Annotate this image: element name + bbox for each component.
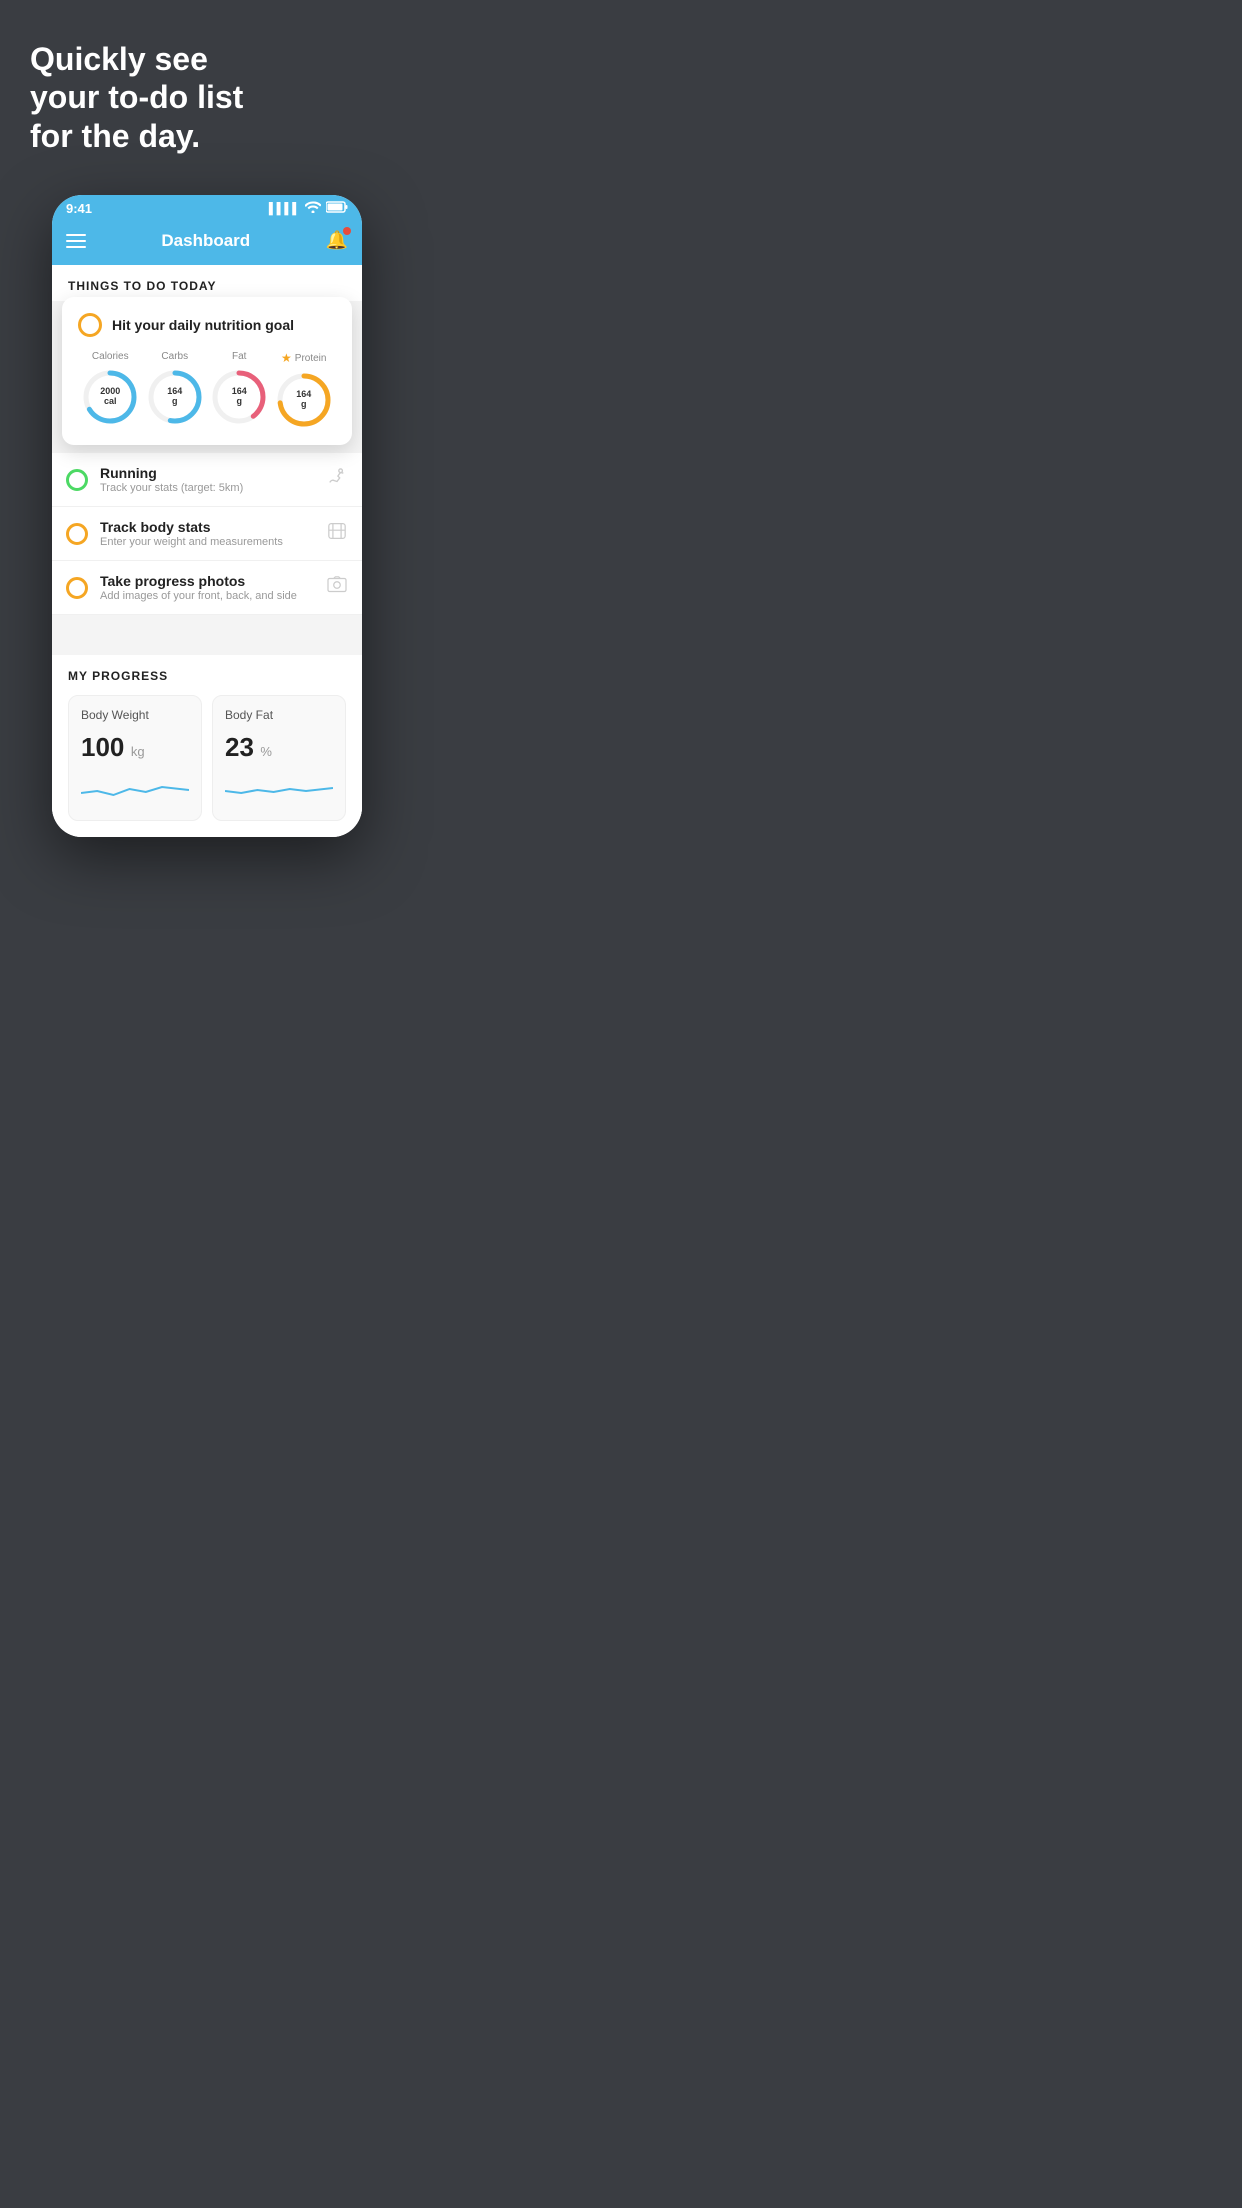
todo-list: Running Track your stats (target: 5km) T… bbox=[52, 453, 362, 615]
calories-label: Calories bbox=[92, 351, 129, 362]
body-stats-text: Track body stats Enter your weight and m… bbox=[100, 519, 314, 548]
calories-value: 2000 cal bbox=[100, 387, 120, 407]
photo-icon bbox=[326, 576, 348, 599]
status-bar: 9:41 ▌▌▌▌ bbox=[52, 195, 362, 222]
status-time: 9:41 bbox=[66, 201, 92, 216]
protein-value: 164 g bbox=[296, 390, 311, 410]
carbs-label: Carbs bbox=[161, 351, 188, 362]
battery-icon bbox=[326, 201, 348, 216]
protein-donut: 164 g bbox=[275, 371, 333, 429]
running-icon bbox=[326, 468, 348, 491]
hero-line3: for the day. bbox=[30, 118, 200, 154]
phone-content: THINGS TO DO TODAY Hit your daily nutrit… bbox=[52, 265, 362, 837]
progress-section: MY PROGRESS Body Weight 100 kg bbox=[52, 655, 362, 837]
signal-icon: ▌▌▌▌ bbox=[269, 203, 300, 215]
body-weight-value-row: 100 kg bbox=[81, 732, 189, 763]
status-icons: ▌▌▌▌ bbox=[269, 201, 348, 216]
progress-header: MY PROGRESS bbox=[68, 669, 346, 683]
body-fat-sparkline bbox=[225, 773, 333, 808]
star-icon: ★ bbox=[281, 351, 292, 365]
running-circle bbox=[66, 469, 88, 491]
fat-label: Fat bbox=[232, 351, 246, 362]
fat-donut: 164 g bbox=[210, 368, 268, 426]
body-stats-circle bbox=[66, 523, 88, 545]
body-fat-unit: % bbox=[260, 744, 272, 759]
todo-item-running[interactable]: Running Track your stats (target: 5km) bbox=[52, 453, 362, 507]
carbs-value: 164 g bbox=[167, 387, 182, 407]
carbs-donut: 164 g bbox=[146, 368, 204, 426]
progress-cards: Body Weight 100 kg Body Fat 23 bbox=[68, 695, 346, 821]
body-weight-title: Body Weight bbox=[81, 708, 189, 722]
notification-dot bbox=[343, 227, 351, 235]
body-fat-value-row: 23 % bbox=[225, 732, 333, 763]
spacer bbox=[52, 615, 362, 645]
photos-title: Take progress photos bbox=[100, 573, 314, 589]
nutrition-circle-indicator bbox=[78, 313, 102, 337]
wifi-icon bbox=[305, 201, 321, 216]
body-weight-sparkline bbox=[81, 773, 189, 808]
calories-donut: 2000 cal bbox=[81, 368, 139, 426]
protein-circle-item: ★ Protein 164 g bbox=[275, 351, 333, 429]
notification-bell[interactable]: 🔔 bbox=[326, 230, 348, 251]
todo-item-photos[interactable]: Take progress photos Add images of your … bbox=[52, 561, 362, 615]
protein-label: ★ Protein bbox=[281, 351, 326, 365]
fat-value: 164 g bbox=[232, 387, 247, 407]
nav-title: Dashboard bbox=[161, 231, 250, 251]
calories-circle-item: Calories 2000 cal bbox=[81, 351, 139, 426]
nutrition-card[interactable]: Hit your daily nutrition goal Calories 2… bbox=[62, 297, 352, 445]
phone-mockup: 9:41 ▌▌▌▌ Dashboard 🔔 bbox=[52, 195, 362, 837]
todo-item-body-stats[interactable]: Track body stats Enter your weight and m… bbox=[52, 507, 362, 561]
body-weight-value: 100 bbox=[81, 732, 124, 762]
menu-button[interactable] bbox=[66, 234, 86, 248]
scale-icon bbox=[326, 522, 348, 545]
nutrition-card-header: Hit your daily nutrition goal bbox=[78, 313, 336, 337]
things-today-header: THINGS TO DO TODAY bbox=[52, 265, 362, 301]
photos-subtitle: Add images of your front, back, and side bbox=[100, 590, 314, 602]
hero-text: Quickly see your to-do list for the day. bbox=[30, 40, 243, 155]
photos-circle bbox=[66, 577, 88, 599]
body-weight-unit: kg bbox=[131, 744, 145, 759]
body-fat-card[interactable]: Body Fat 23 % bbox=[212, 695, 346, 821]
hero-line2: your to-do list bbox=[30, 79, 243, 115]
nutrition-title: Hit your daily nutrition goal bbox=[112, 317, 294, 333]
running-text: Running Track your stats (target: 5km) bbox=[100, 465, 314, 494]
photos-text: Take progress photos Add images of your … bbox=[100, 573, 314, 602]
body-fat-title: Body Fat bbox=[225, 708, 333, 722]
nav-bar: Dashboard 🔔 bbox=[52, 222, 362, 265]
body-weight-card[interactable]: Body Weight 100 kg bbox=[68, 695, 202, 821]
body-stats-title: Track body stats bbox=[100, 519, 314, 535]
fat-circle-item: Fat 164 g bbox=[210, 351, 268, 426]
carbs-circle-item: Carbs 164 g bbox=[146, 351, 204, 426]
hero-line1: Quickly see bbox=[30, 41, 208, 77]
running-subtitle: Track your stats (target: 5km) bbox=[100, 482, 314, 494]
body-stats-subtitle: Enter your weight and measurements bbox=[100, 536, 314, 548]
body-fat-value: 23 bbox=[225, 732, 254, 762]
running-title: Running bbox=[100, 465, 314, 481]
nutrition-circles: Calories 2000 cal Carbs bbox=[78, 351, 336, 429]
